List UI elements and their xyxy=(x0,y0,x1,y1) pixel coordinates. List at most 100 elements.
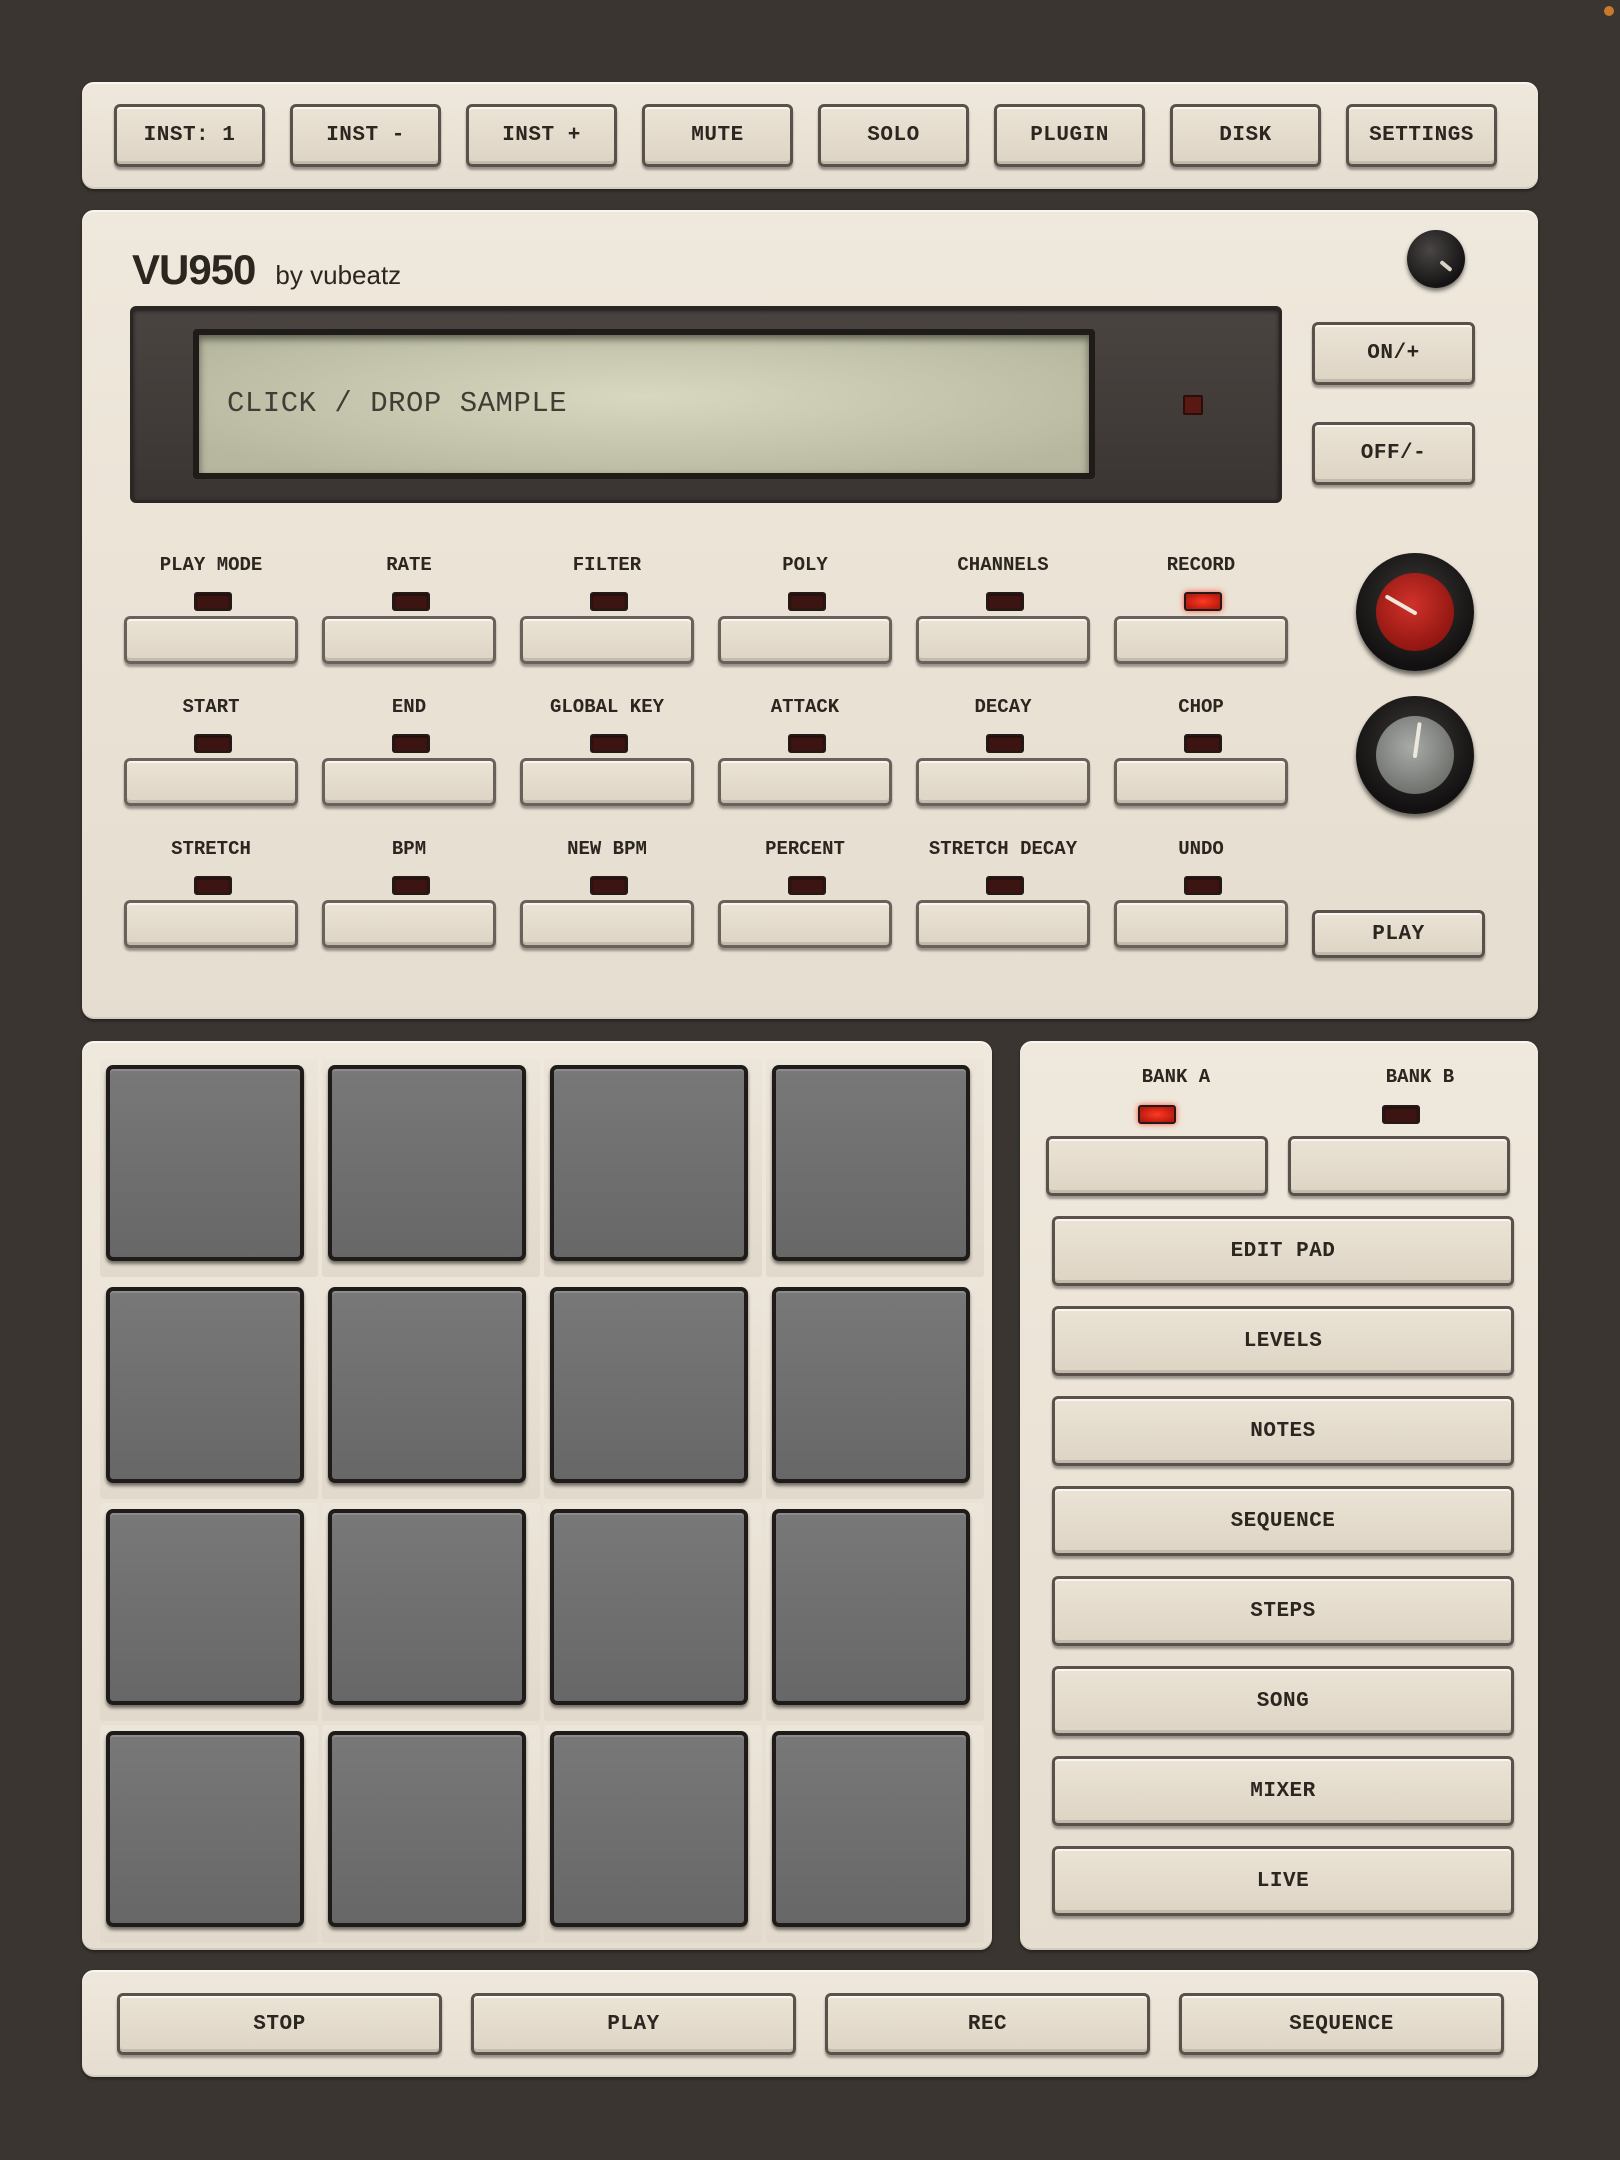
pad-6[interactable] xyxy=(328,1287,526,1483)
edit-pad-button[interactable]: EDIT PAD xyxy=(1052,1216,1514,1286)
bpm-led xyxy=(392,876,430,895)
poly-button[interactable] xyxy=(718,616,892,664)
pad-5[interactable] xyxy=(106,1287,304,1483)
red-knob[interactable] xyxy=(1356,553,1474,671)
status-dot xyxy=(1604,6,1614,16)
pad-cell xyxy=(544,1503,762,1721)
stretch-decay-button[interactable] xyxy=(916,900,1090,948)
solo-button[interactable]: SOLO xyxy=(818,104,969,167)
chop-label: CHOP xyxy=(1178,696,1224,718)
main-panel: VU950 by vubeatz CLICK / DROP SAMPLE ON/… xyxy=(82,210,1538,1019)
pad-cell xyxy=(100,1725,318,1943)
notes-button[interactable]: NOTES xyxy=(1052,1396,1514,1466)
pad-3[interactable] xyxy=(550,1065,748,1261)
inst-prev-button[interactable]: INST - xyxy=(290,104,441,167)
pad-7[interactable] xyxy=(550,1287,748,1483)
channels-button[interactable] xyxy=(916,616,1090,664)
play-button[interactable]: PLAY xyxy=(471,1993,796,2055)
chop-button[interactable] xyxy=(1114,758,1288,806)
stretch-decay-label: STRETCH DECAY xyxy=(928,838,1078,860)
pad-cell xyxy=(766,1725,984,1943)
bank-a-button[interactable] xyxy=(1046,1136,1268,1196)
filter-led xyxy=(590,592,628,611)
settings-button[interactable]: SETTINGS xyxy=(1346,104,1497,167)
play-mode-led xyxy=(194,592,232,611)
disk-button[interactable]: DISK xyxy=(1170,104,1321,167)
transport-bar: STOP PLAY REC SEQUENCE xyxy=(82,1970,1538,2077)
pad-cell xyxy=(544,1281,762,1499)
channels-label: CHANNELS xyxy=(957,554,1049,576)
on-plus-button[interactable]: ON/+ xyxy=(1312,322,1475,385)
sample-drop-zone[interactable]: CLICK / DROP SAMPLE xyxy=(193,329,1095,479)
pad-cell xyxy=(100,1281,318,1499)
record-led xyxy=(1184,592,1222,611)
volume-knob[interactable] xyxy=(1407,230,1465,288)
pad-12[interactable] xyxy=(772,1509,970,1705)
plugin-button[interactable]: PLUGIN xyxy=(994,104,1145,167)
percent-label: PERCENT xyxy=(765,838,845,860)
off-minus-button[interactable]: OFF/- xyxy=(1312,422,1475,485)
bank-b-led xyxy=(1382,1105,1420,1124)
rec-button[interactable]: REC xyxy=(825,1993,1150,2055)
pad-13[interactable] xyxy=(106,1731,304,1927)
chop-led xyxy=(1184,734,1222,753)
song-button[interactable]: SONG xyxy=(1052,1666,1514,1736)
pad-8[interactable] xyxy=(772,1287,970,1483)
pad-cell xyxy=(100,1059,318,1277)
global-key-label: GLOBAL KEY xyxy=(549,696,665,718)
levels-button[interactable]: LEVELS xyxy=(1052,1306,1514,1376)
start-led xyxy=(194,734,232,753)
end-led xyxy=(392,734,430,753)
live-button[interactable]: LIVE xyxy=(1052,1846,1514,1916)
percent-button[interactable] xyxy=(718,900,892,948)
pad-cell xyxy=(544,1725,762,1943)
bpm-button[interactable] xyxy=(322,900,496,948)
pad-11[interactable] xyxy=(550,1509,748,1705)
rate-label: RATE xyxy=(386,554,432,576)
new-bpm-button[interactable] xyxy=(520,900,694,948)
pad-14[interactable] xyxy=(328,1731,526,1927)
bank-b-button[interactable] xyxy=(1288,1136,1510,1196)
undo-button[interactable] xyxy=(1114,900,1288,948)
lcd-led-indicator xyxy=(1183,395,1203,415)
record-label: RECORD xyxy=(1166,554,1236,576)
start-button[interactable] xyxy=(124,758,298,806)
pad-4[interactable] xyxy=(772,1065,970,1261)
pad-1[interactable] xyxy=(106,1065,304,1261)
stretch-led xyxy=(194,876,232,895)
rate-button[interactable] xyxy=(322,616,496,664)
pad-cell xyxy=(322,1281,540,1499)
inst-number-button[interactable]: INST: 1 xyxy=(114,104,265,167)
end-button[interactable] xyxy=(322,758,496,806)
stretch-label: STRETCH xyxy=(171,838,251,860)
sequence-mode-button[interactable]: SEQUENCE xyxy=(1052,1486,1514,1556)
pad-10[interactable] xyxy=(328,1509,526,1705)
bank-panel: BANK A BANK B EDIT PAD LEVELS NOTES SEQU… xyxy=(1020,1041,1538,1950)
grey-knob[interactable] xyxy=(1356,696,1474,814)
inst-next-button[interactable]: INST + xyxy=(466,104,617,167)
pad-15[interactable] xyxy=(550,1731,748,1927)
steps-button[interactable]: STEPS xyxy=(1052,1576,1514,1646)
filter-button[interactable] xyxy=(520,616,694,664)
pad-panel xyxy=(82,1041,992,1950)
mute-button[interactable]: MUTE xyxy=(642,104,793,167)
mixer-button[interactable]: MIXER xyxy=(1052,1756,1514,1826)
logo-subtitle: by vubeatz xyxy=(275,260,402,290)
pad-2[interactable] xyxy=(328,1065,526,1261)
play-sample-button[interactable]: PLAY xyxy=(1312,910,1485,958)
sequence-transport-button[interactable]: SEQUENCE xyxy=(1179,1993,1504,2055)
pad-cell xyxy=(766,1059,984,1277)
global-key-button[interactable] xyxy=(520,758,694,806)
pad-16[interactable] xyxy=(772,1731,970,1927)
poly-label: POLY xyxy=(782,554,828,576)
stop-button[interactable]: STOP xyxy=(117,1993,442,2055)
play-mode-button[interactable] xyxy=(124,616,298,664)
pad-cell xyxy=(322,1725,540,1943)
stretch-decay-led xyxy=(986,876,1024,895)
record-button[interactable] xyxy=(1114,616,1288,664)
attack-led xyxy=(788,734,826,753)
pad-9[interactable] xyxy=(106,1509,304,1705)
decay-button[interactable] xyxy=(916,758,1090,806)
stretch-button[interactable] xyxy=(124,900,298,948)
attack-button[interactable] xyxy=(718,758,892,806)
